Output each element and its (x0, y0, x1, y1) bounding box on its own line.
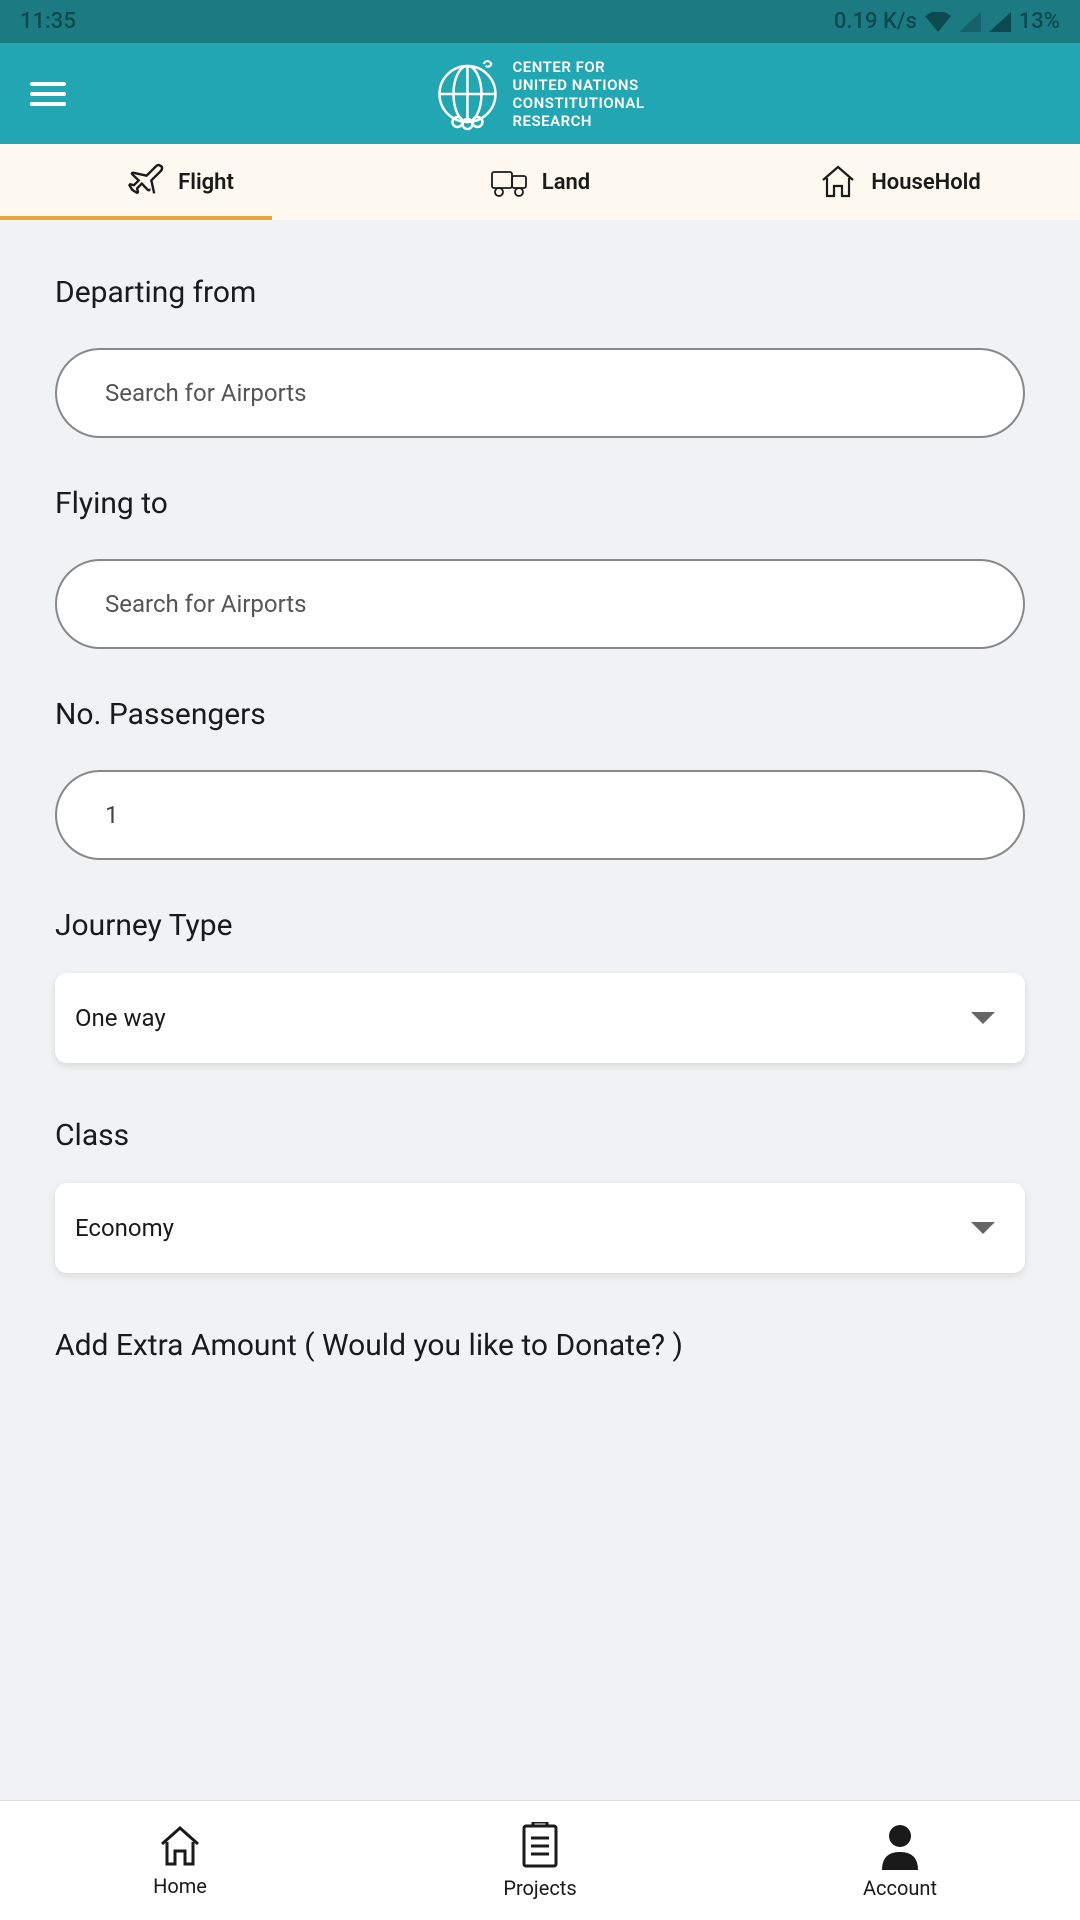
status-bar: 11:35 0.19 K/s 13% (0, 0, 1080, 43)
tab-household[interactable]: HouseHold (720, 144, 1080, 220)
house-icon (819, 164, 857, 200)
document-icon (519, 1822, 561, 1870)
flying-input[interactable] (55, 559, 1025, 649)
wifi-icon (925, 12, 951, 32)
airplane-icon (126, 163, 164, 201)
logo-container: CENTER FOR UNITED NATIONS CONSTITUTIONAL… (435, 56, 644, 131)
tabs-container: Flight Land HouseHold (0, 144, 1080, 220)
home-icon (156, 1824, 204, 1868)
flying-label: Flying to (55, 486, 1025, 521)
status-time: 11:35 (20, 9, 76, 34)
status-right: 0.19 K/s 13% (834, 9, 1060, 34)
departing-input[interactable] (55, 348, 1025, 438)
journey-value: One way (75, 1004, 166, 1032)
menu-button[interactable] (30, 82, 66, 106)
chevron-down-icon (971, 1012, 995, 1024)
nav-home[interactable]: Home (0, 1801, 360, 1920)
nav-projects[interactable]: Projects (360, 1801, 720, 1920)
passengers-input[interactable] (55, 770, 1025, 860)
data-speed: 0.19 K/s (834, 9, 917, 34)
signal-icon-2 (989, 12, 1011, 32)
nav-label: Home (153, 1874, 207, 1898)
battery-percent: 13% (1019, 9, 1060, 34)
class-select[interactable]: Economy (55, 1183, 1025, 1273)
passengers-label: No. Passengers (55, 697, 1025, 732)
tab-label: Flight (178, 170, 234, 195)
nav-account[interactable]: Account (720, 1801, 1080, 1920)
departing-label: Departing from (55, 275, 1025, 310)
tab-label: HouseHold (871, 170, 981, 195)
logo-text: CENTER FOR UNITED NATIONS CONSTITUTIONAL… (512, 58, 644, 130)
vehicle-icon (490, 166, 528, 198)
nav-label: Account (863, 1876, 937, 1900)
tab-land[interactable]: Land (360, 144, 720, 220)
class-value: Economy (75, 1214, 174, 1242)
tab-flight[interactable]: Flight (0, 144, 360, 220)
tab-label: Land (542, 170, 590, 195)
globe-logo-icon (435, 56, 500, 131)
nav-label: Projects (503, 1876, 576, 1900)
journey-select[interactable]: One way (55, 973, 1025, 1063)
signal-icon (959, 12, 981, 32)
tab-active-indicator (0, 216, 272, 220)
donate-label: Add Extra Amount ( Would you like to Don… (55, 1328, 1025, 1363)
person-icon (878, 1822, 922, 1870)
form-content: Departing from Flying to No. Passengers … (0, 220, 1080, 1800)
class-label: Class (55, 1118, 1025, 1153)
chevron-down-icon (971, 1222, 995, 1234)
journey-label: Journey Type (55, 908, 1025, 943)
app-header: CENTER FOR UNITED NATIONS CONSTITUTIONAL… (0, 43, 1080, 144)
bottom-nav: Home Projects Account (0, 1800, 1080, 1920)
